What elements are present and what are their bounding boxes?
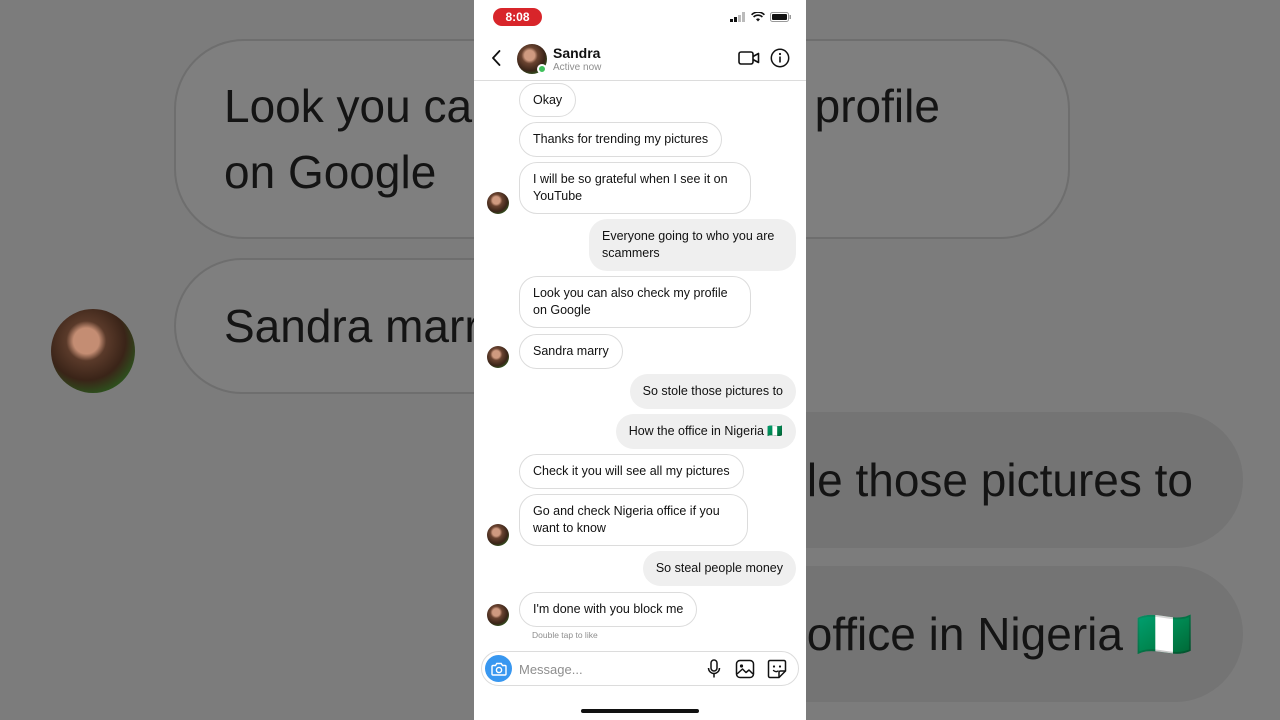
received-message[interactable]: Go and check Nigeria office if you want … [519, 494, 748, 546]
sticker-icon [767, 659, 787, 679]
message-text: Thanks for trending my pictures [533, 132, 709, 146]
sent-message[interactable]: So steal people money [642, 551, 796, 586]
back-chevron-icon [492, 50, 501, 66]
message-text: I will be so grateful when I see it on Y… [533, 172, 728, 203]
received-message[interactable]: I will be so grateful when I see it on Y… [519, 162, 751, 214]
message-text: So steal people money [655, 561, 783, 575]
sender-avatar [487, 524, 509, 546]
background-bubble-text: Sandra marry [224, 300, 503, 352]
message-text: How the office in Nigeria 🇳🇬 [628, 424, 783, 438]
status-time: 8:08 [493, 8, 542, 26]
status-icons [730, 12, 792, 22]
message-text: Go and check Nigeria office if you want … [533, 504, 720, 535]
sent-message[interactable]: How the office in Nigeria 🇳🇬 [615, 414, 796, 449]
sender-avatar [487, 192, 509, 214]
message-text: Everyone going to who you are scammers [602, 229, 775, 260]
back-button[interactable] [488, 48, 504, 68]
sent-message[interactable]: Everyone going to who you are scammers [589, 219, 796, 271]
message-text: Check it you will see all my pictures [533, 464, 730, 478]
message-text: Okay [533, 92, 563, 107]
received-message[interactable]: Thanks for trending my pictures [519, 122, 723, 157]
background-avatar [51, 309, 135, 393]
message-input[interactable] [519, 660, 689, 678]
message-text: I'm done with you block me [533, 602, 684, 616]
sender-avatar [487, 346, 509, 368]
phone-screen: 8:08 Sandra Active now Okay Thanks for t… [474, 0, 806, 720]
info-icon [770, 48, 790, 68]
battery-icon [770, 12, 791, 22]
received-message[interactable]: Sandra marry [519, 334, 623, 369]
contact-name[interactable]: Sandra [553, 45, 600, 61]
double-tap-hint: Double tap to like [532, 630, 598, 640]
received-message[interactable]: Check it you will see all my pictures [519, 454, 744, 489]
message-text: So stole those pictures to [642, 384, 783, 398]
microphone-icon [707, 659, 721, 678]
cellular-signal-icon [730, 12, 745, 22]
message-text: Look you can also check my profile on Go… [533, 286, 728, 317]
sticker-button[interactable] [767, 659, 787, 679]
voice-message-button[interactable] [704, 659, 724, 679]
sender-avatar [487, 604, 509, 626]
message-composer [481, 651, 799, 686]
camera-button[interactable] [485, 655, 512, 682]
contact-status: Active now [553, 62, 602, 73]
sent-message[interactable]: So stole those pictures to [629, 374, 796, 409]
received-message[interactable]: I'm done with you block me [519, 592, 698, 627]
received-message[interactable]: Okay [519, 83, 577, 117]
status-bar: 8:08 [474, 0, 806, 36]
wifi-icon [751, 12, 765, 22]
info-button[interactable] [770, 48, 790, 68]
video-call-icon [738, 51, 760, 65]
home-indicator[interactable] [581, 709, 699, 713]
chat-header: Sandra Active now [474, 36, 806, 81]
message-text: Sandra marry [533, 344, 609, 358]
camera-icon [490, 662, 507, 676]
received-message[interactable]: Look you can also check my profile on Go… [519, 276, 751, 328]
online-indicator [537, 64, 547, 74]
gallery-button[interactable] [735, 659, 755, 679]
video-call-button[interactable] [738, 49, 760, 67]
gallery-icon [735, 659, 755, 679]
